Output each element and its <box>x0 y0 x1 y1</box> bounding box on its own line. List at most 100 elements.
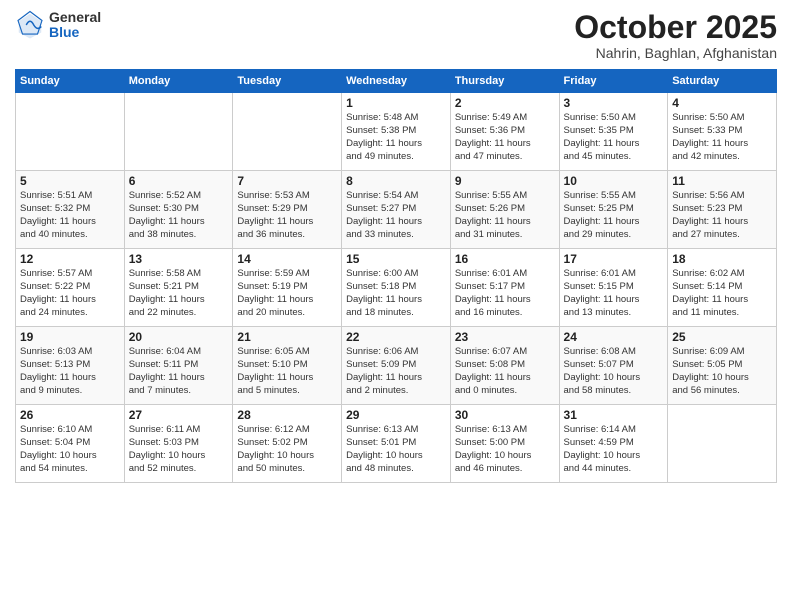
title-area: October 2025 Nahrin, Baghlan, Afghanista… <box>574 10 777 61</box>
day-number: 10 <box>564 174 664 188</box>
logo-text: General Blue <box>49 10 101 41</box>
day-number: 26 <box>20 408 120 422</box>
calendar-cell: 28 Sunrise: 6:12 AM Sunset: 5:02 PM Dayli… <box>233 405 342 483</box>
calendar-cell: 24Sunrise: 6:08 AM Sunset: 5:07 PM Dayli… <box>559 327 668 405</box>
calendar-cell: 31 Sunrise: 6:14 AM Sunset: 4:59 PM Dayli… <box>559 405 668 483</box>
col-saturday: Saturday <box>668 70 777 93</box>
day-info: Sunrise: 5:53 AM Sunset: 5:29 PM Dayligh… <box>237 190 337 241</box>
day-info: Sunrise: 6:10 AM Sunset: 5:04 PM Dayligh… <box>20 424 120 475</box>
col-wednesday: Wednesday <box>342 70 451 93</box>
logo-icon <box>15 10 45 40</box>
calendar-cell: 8 Sunrise: 5:54 AM Sunset: 5:27 PM Daylig… <box>342 171 451 249</box>
day-number: 16 <box>455 252 555 266</box>
day-number: 22 <box>346 330 446 344</box>
calendar-cell: 25Sunrise: 6:09 AM Sunset: 5:05 PM Dayli… <box>668 327 777 405</box>
day-info: Sunrise: 5:56 AM Sunset: 5:23 PM Dayligh… <box>672 190 772 241</box>
day-info: Sunrise: 6:01 AM Sunset: 5:15 PM Dayligh… <box>564 268 664 319</box>
day-number: 7 <box>237 174 337 188</box>
calendar-week-row: 26 Sunrise: 6:10 AM Sunset: 5:04 PM Dayli… <box>16 405 777 483</box>
calendar-cell: 7 Sunrise: 5:53 AM Sunset: 5:29 PM Daylig… <box>233 171 342 249</box>
day-number: 5 <box>20 174 120 188</box>
day-info: Sunrise: 6:04 AM Sunset: 5:11 PM Dayligh… <box>129 346 229 397</box>
calendar-cell: 22 Sunrise: 6:06 AM Sunset: 5:09 PM Dayli… <box>342 327 451 405</box>
calendar-cell: 12 Sunrise: 5:57 AM Sunset: 5:22 PM Dayli… <box>16 249 125 327</box>
day-info: Sunrise: 6:13 AM Sunset: 5:01 PM Dayligh… <box>346 424 446 475</box>
day-number: 24 <box>564 330 664 344</box>
header: General Blue October 2025 Nahrin, Baghla… <box>15 10 777 61</box>
day-number: 12 <box>20 252 120 266</box>
day-number: 27 <box>129 408 229 422</box>
day-info: Sunrise: 5:55 AM Sunset: 5:26 PM Dayligh… <box>455 190 555 241</box>
calendar-week-row: 1 Sunrise: 5:48 AM Sunset: 5:38 PM Daylig… <box>16 93 777 171</box>
calendar-cell: 16Sunrise: 6:01 AM Sunset: 5:17 PM Dayli… <box>450 249 559 327</box>
day-number: 20 <box>129 330 229 344</box>
day-info: Sunrise: 5:57 AM Sunset: 5:22 PM Dayligh… <box>20 268 120 319</box>
day-number: 14 <box>237 252 337 266</box>
col-monday: Monday <box>124 70 233 93</box>
calendar-table: Sunday Monday Tuesday Wednesday Thursday… <box>15 69 777 483</box>
day-info: Sunrise: 6:13 AM Sunset: 5:00 PM Dayligh… <box>455 424 555 475</box>
day-info: Sunrise: 6:05 AM Sunset: 5:10 PM Dayligh… <box>237 346 337 397</box>
day-info: Sunrise: 6:02 AM Sunset: 5:14 PM Dayligh… <box>672 268 772 319</box>
day-info: Sunrise: 6:14 AM Sunset: 4:59 PM Dayligh… <box>564 424 664 475</box>
calendar-cell: 21 Sunrise: 6:05 AM Sunset: 5:10 PM Dayli… <box>233 327 342 405</box>
day-info: Sunrise: 5:59 AM Sunset: 5:19 PM Dayligh… <box>237 268 337 319</box>
day-info: Sunrise: 6:06 AM Sunset: 5:09 PM Dayligh… <box>346 346 446 397</box>
page-container: General Blue October 2025 Nahrin, Baghla… <box>0 0 792 493</box>
calendar-cell <box>124 93 233 171</box>
day-number: 1 <box>346 96 446 110</box>
day-number: 19 <box>20 330 120 344</box>
day-number: 29 <box>346 408 446 422</box>
month-title: October 2025 <box>574 10 777 45</box>
day-info: Sunrise: 6:07 AM Sunset: 5:08 PM Dayligh… <box>455 346 555 397</box>
day-number: 30 <box>455 408 555 422</box>
day-info: Sunrise: 5:54 AM Sunset: 5:27 PM Dayligh… <box>346 190 446 241</box>
calendar-cell: 6 Sunrise: 5:52 AM Sunset: 5:30 PM Daylig… <box>124 171 233 249</box>
col-sunday: Sunday <box>16 70 125 93</box>
day-info: Sunrise: 6:00 AM Sunset: 5:18 PM Dayligh… <box>346 268 446 319</box>
day-info: Sunrise: 6:12 AM Sunset: 5:02 PM Dayligh… <box>237 424 337 475</box>
day-number: 2 <box>455 96 555 110</box>
day-info: Sunrise: 5:48 AM Sunset: 5:38 PM Dayligh… <box>346 112 446 163</box>
calendar-cell: 26 Sunrise: 6:10 AM Sunset: 5:04 PM Dayli… <box>16 405 125 483</box>
calendar-cell: 29 Sunrise: 6:13 AM Sunset: 5:01 PM Dayli… <box>342 405 451 483</box>
location-title: Nahrin, Baghlan, Afghanistan <box>574 45 777 61</box>
calendar-cell: 18 Sunrise: 6:02 AM Sunset: 5:14 PM Dayli… <box>668 249 777 327</box>
day-number: 18 <box>672 252 772 266</box>
calendar-week-row: 19 Sunrise: 6:03 AM Sunset: 5:13 PM Dayli… <box>16 327 777 405</box>
day-info: Sunrise: 6:11 AM Sunset: 5:03 PM Dayligh… <box>129 424 229 475</box>
calendar-cell: 11 Sunrise: 5:56 AM Sunset: 5:23 PM Dayli… <box>668 171 777 249</box>
calendar-cell: 4Sunrise: 5:50 AM Sunset: 5:33 PM Daylig… <box>668 93 777 171</box>
logo-blue-text: Blue <box>49 25 101 40</box>
day-number: 15 <box>346 252 446 266</box>
calendar-cell: 15 Sunrise: 6:00 AM Sunset: 5:18 PM Dayli… <box>342 249 451 327</box>
day-number: 11 <box>672 174 772 188</box>
calendar-cell: 1 Sunrise: 5:48 AM Sunset: 5:38 PM Daylig… <box>342 93 451 171</box>
calendar-cell: 19 Sunrise: 6:03 AM Sunset: 5:13 PM Dayli… <box>16 327 125 405</box>
col-thursday: Thursday <box>450 70 559 93</box>
calendar-header-row: Sunday Monday Tuesday Wednesday Thursday… <box>16 70 777 93</box>
day-info: Sunrise: 5:52 AM Sunset: 5:30 PM Dayligh… <box>129 190 229 241</box>
day-number: 6 <box>129 174 229 188</box>
day-info: Sunrise: 6:09 AM Sunset: 5:05 PM Dayligh… <box>672 346 772 397</box>
logo: General Blue <box>15 10 101 41</box>
calendar-week-row: 12 Sunrise: 5:57 AM Sunset: 5:22 PM Dayli… <box>16 249 777 327</box>
calendar-cell <box>233 93 342 171</box>
day-info: Sunrise: 5:55 AM Sunset: 5:25 PM Dayligh… <box>564 190 664 241</box>
day-number: 23 <box>455 330 555 344</box>
day-number: 17 <box>564 252 664 266</box>
day-info: Sunrise: 5:50 AM Sunset: 5:35 PM Dayligh… <box>564 112 664 163</box>
day-number: 28 <box>237 408 337 422</box>
calendar-cell <box>668 405 777 483</box>
day-number: 4 <box>672 96 772 110</box>
day-number: 21 <box>237 330 337 344</box>
day-number: 8 <box>346 174 446 188</box>
day-info: Sunrise: 6:03 AM Sunset: 5:13 PM Dayligh… <box>20 346 120 397</box>
calendar-cell: 9Sunrise: 5:55 AM Sunset: 5:26 PM Daylig… <box>450 171 559 249</box>
day-number: 31 <box>564 408 664 422</box>
calendar-cell: 3Sunrise: 5:50 AM Sunset: 5:35 PM Daylig… <box>559 93 668 171</box>
day-info: Sunrise: 5:58 AM Sunset: 5:21 PM Dayligh… <box>129 268 229 319</box>
calendar-body: 1 Sunrise: 5:48 AM Sunset: 5:38 PM Daylig… <box>16 93 777 483</box>
day-info: Sunrise: 5:49 AM Sunset: 5:36 PM Dayligh… <box>455 112 555 163</box>
calendar-cell <box>16 93 125 171</box>
